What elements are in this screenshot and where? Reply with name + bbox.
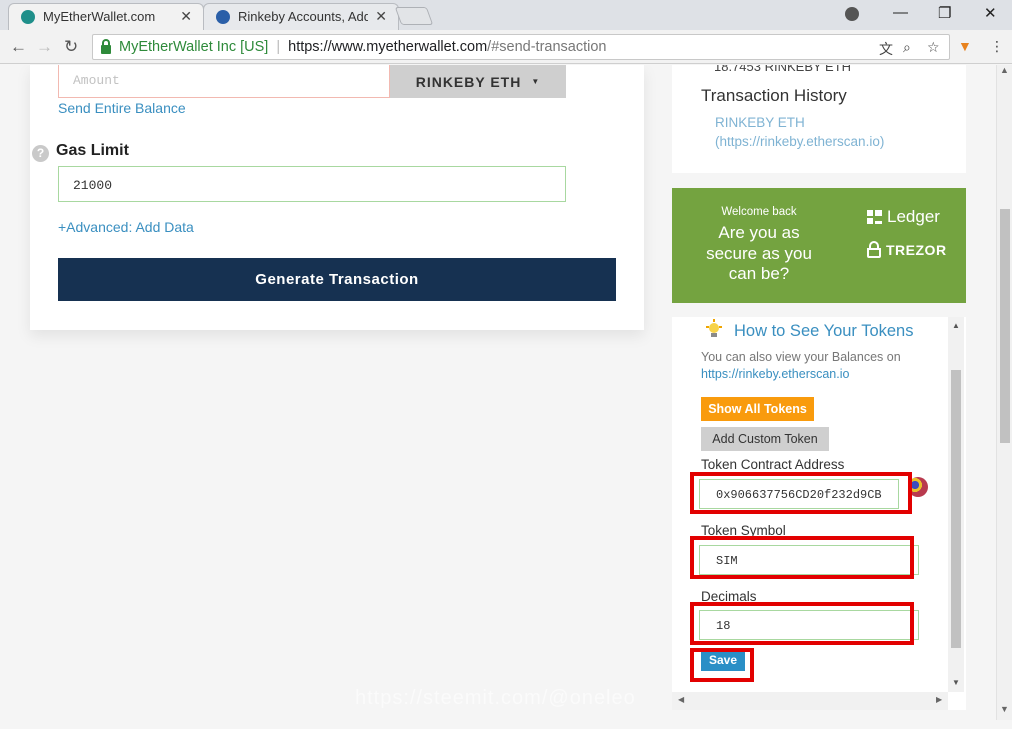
unit-dropdown[interactable]: RINKEBY ETH ▼	[390, 65, 566, 98]
menu-kebab-icon[interactable]: ⋮	[990, 38, 1004, 55]
highlight-decimals	[690, 602, 914, 645]
trezor-lock-icon	[867, 241, 881, 258]
zoom-icon[interactable]: ⌕	[903, 39, 911, 56]
scroll-thumb[interactable]	[951, 370, 961, 648]
unit-label: RINKEBY ETH	[415, 73, 522, 90]
amount-input[interactable]: Amount	[58, 65, 390, 98]
watermark-text: https://steemit.com/@oneleo	[355, 687, 636, 709]
send-entire-balance-link[interactable]: Send Entire Balance	[58, 100, 186, 116]
tokens-description: You can also view your Balances on	[701, 350, 901, 364]
show-all-tokens-button[interactable]: Show All Tokens	[701, 397, 814, 421]
page-scroll-up-icon[interactable]: ▲	[1000, 65, 1009, 75]
ad-welcome-text: Welcome back	[721, 206, 797, 218]
gas-limit-label: Gas Limit	[56, 142, 129, 159]
translate-icon[interactable]: 文	[879, 39, 893, 59]
highlight-token-symbol	[690, 536, 914, 579]
tab-rinkeby-accounts[interactable]: Rinkeby Accounts, Address ✕	[203, 3, 399, 30]
minimize-icon[interactable]: —	[893, 4, 908, 21]
address-bar[interactable]: MyEtherWallet Inc [US] | https://www.mye…	[92, 34, 950, 60]
transaction-history-title: Transaction History	[701, 86, 847, 105]
transaction-history-link[interactable]: RINKEBY ETH (https://rinkeby.etherscan.i…	[715, 113, 945, 151]
profile-icon[interactable]	[845, 7, 859, 21]
lightbulb-icon	[706, 319, 722, 339]
tab-close-icon[interactable]: ✕	[375, 8, 387, 25]
generate-transaction-button[interactable]: Generate Transaction	[58, 258, 616, 301]
advanced-add-data-link[interactable]: +Advanced: Add Data	[58, 219, 194, 235]
tab-title: Rinkeby Accounts, Address	[238, 9, 368, 24]
address-separator: |	[276, 39, 281, 55]
tokens-title: How to See Your Tokens	[734, 322, 914, 340]
add-custom-token-button[interactable]: Add Custom Token	[701, 427, 829, 451]
browser-tab-strip: MyEtherWallet.com ✕ Rinkeby Accounts, Ad…	[0, 0, 1012, 30]
token-contract-address-label: Token Contract Address	[701, 457, 845, 472]
caret-down-icon: ▼	[531, 77, 541, 86]
help-question-icon[interactable]: ?	[32, 145, 49, 162]
tokens-vertical-scrollbar[interactable]: ▲ ▼	[948, 317, 964, 692]
etherscan-favicon-icon	[216, 9, 230, 24]
certificate-org: MyEtherWallet Inc [US]	[119, 39, 269, 55]
tab-title: MyEtherWallet.com	[43, 9, 156, 24]
page-scroll-thumb[interactable]	[1000, 209, 1010, 443]
hardware-wallet-ad[interactable]: Welcome back Are you as secure as you ca…	[672, 188, 966, 303]
back-arrow-icon[interactable]: ←	[10, 37, 27, 57]
scroll-left-icon[interactable]: ◀	[678, 695, 684, 704]
tab-close-icon[interactable]: ✕	[180, 8, 192, 25]
reload-icon[interactable]: ↻	[64, 37, 78, 57]
ledger-icon	[867, 210, 882, 224]
tab-myetherwallet[interactable]: MyEtherWallet.com ✕	[8, 3, 204, 30]
scroll-up-icon[interactable]: ▲	[952, 321, 960, 330]
metamask-fox-icon[interactable]: ▼	[958, 38, 972, 54]
page-scroll-down-icon[interactable]: ▼	[1000, 704, 1009, 714]
bookmark-star-icon[interactable]: ☆	[927, 39, 940, 56]
restore-icon[interactable]: ❐	[938, 4, 951, 22]
highlight-contract-address	[690, 472, 912, 514]
myetherwallet-favicon-icon	[21, 9, 35, 24]
gas-limit-input[interactable]: 21000	[58, 166, 566, 202]
forward-arrow-icon[interactable]: →	[36, 37, 53, 57]
scroll-right-icon[interactable]: ▶	[936, 695, 942, 704]
balance-cutoff-text: 18.7453 RINKEBY ETH	[714, 65, 852, 74]
highlight-save-button	[690, 648, 754, 682]
browser-toolbar: ← → ↻ MyEtherWallet Inc [US] | https://w…	[0, 30, 1012, 64]
ad-question-text: Are you as secure as you can be?	[706, 223, 812, 283]
ledger-logo: Ledger	[867, 207, 940, 227]
trezor-wordmark: TREZOR	[886, 241, 947, 258]
trezor-logo: TREZOR	[867, 241, 947, 258]
scroll-down-icon[interactable]: ▼	[952, 678, 960, 687]
url-host: https://www.myetherwallet.com	[288, 39, 488, 55]
secure-lock-icon	[101, 38, 111, 54]
ledger-wordmark: Ledger	[887, 207, 940, 226]
transaction-history-panel: 18.7453 RINKEBY ETH Transaction History …	[672, 65, 966, 173]
new-tab-button[interactable]	[394, 7, 434, 25]
etherscan-link[interactable]: https://rinkeby.etherscan.io	[701, 367, 849, 381]
page-vertical-scrollbar[interactable]: ▲ ▼	[996, 65, 1012, 720]
send-transaction-card: Amount RINKEBY ETH ▼ Send Entire Balance…	[30, 65, 644, 330]
window-close-icon[interactable]: ✕	[984, 4, 997, 22]
url-path: /#send-transaction	[487, 39, 607, 55]
tokens-horizontal-scrollbar[interactable]: ◀ ▶	[672, 692, 948, 710]
